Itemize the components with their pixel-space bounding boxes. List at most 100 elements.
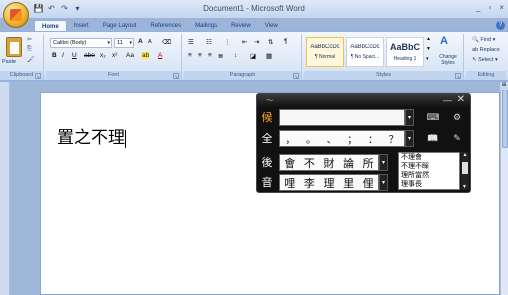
scroll-up-icon[interactable]: ▲	[463, 152, 468, 158]
office-logo-icon	[10, 9, 22, 21]
chevron-down-icon: ▾	[107, 40, 110, 46]
justify-icon[interactable]: ≣	[218, 52, 223, 60]
increase-indent-icon[interactable]: ⇥	[254, 38, 259, 46]
candidate-char[interactable]: 里	[343, 175, 354, 191]
line-spacing-icon[interactable]: ↕	[234, 52, 237, 59]
bold-button[interactable]: B	[52, 52, 57, 59]
sort-icon[interactable]: ⇅	[268, 38, 273, 46]
document-body[interactable]: 置之不理	[57, 123, 126, 148]
candidate-char[interactable]: 所	[363, 155, 374, 171]
styles-more-icon[interactable]: ▾	[426, 56, 429, 62]
minimize-button[interactable]: _	[476, 3, 480, 12]
ime-row-sound: 音 哩 李 理 里 俚 ▾	[259, 174, 399, 192]
ime-minimize-icon[interactable]: —	[443, 95, 452, 105]
candidate-char[interactable]: 理	[323, 175, 334, 191]
punct-item[interactable]: ，	[285, 131, 295, 146]
punct-item[interactable]: ：	[368, 131, 378, 146]
candidate-char[interactable]: 俚	[363, 175, 374, 191]
align-left-icon[interactable]: ≡	[188, 52, 192, 59]
punct-item[interactable]: 。	[306, 131, 316, 146]
ime-sound-label: 音	[261, 177, 273, 189]
ime-keyboard-icon[interactable]: ⌨	[425, 109, 441, 126]
punct-item[interactable]: ？	[389, 131, 399, 146]
borders-icon[interactable]: ▦	[266, 52, 272, 60]
show-marks-icon[interactable]: ¶	[284, 38, 288, 45]
font-name-value: Calibri (Body)	[53, 40, 87, 46]
grow-font-button[interactable]: A	[138, 38, 143, 45]
style-no-spacing[interactable]: AaBbCcDc ¶ No Spaci...	[346, 37, 384, 67]
ime-tools-icon[interactable]: ✎	[449, 130, 465, 147]
font-size-value: 11	[117, 40, 123, 46]
ime-input-field[interactable]	[279, 109, 405, 126]
ime-punctuation-dropdown[interactable]: ▾	[405, 130, 414, 147]
clear-format-icon[interactable]: ⌫	[162, 38, 171, 46]
style-heading-1[interactable]: AaBbC Heading 1	[386, 37, 424, 67]
candidate-char[interactable]: 論	[343, 155, 354, 171]
ime-phrase-scroll-thumb[interactable]	[462, 162, 468, 174]
shrink-font-button[interactable]: A	[148, 39, 152, 45]
bullets-icon[interactable]: ☰	[188, 38, 194, 46]
align-right-icon[interactable]: ≡	[208, 52, 212, 59]
underline-button[interactable]: U	[72, 52, 77, 59]
shading-icon[interactable]: ◪	[250, 52, 256, 60]
style-normal[interactable]: AaBbCcDc ¶ Normal	[306, 37, 344, 67]
ime-dictionary-icon[interactable]: 📖	[425, 130, 441, 147]
paragraph-launcher-icon[interactable]: ↘	[293, 73, 299, 79]
numbering-icon[interactable]: ☷	[206, 38, 212, 46]
phrase-item[interactable]: 不理不睬	[399, 162, 459, 171]
multilevel-list-icon[interactable]: ⋮	[224, 38, 231, 46]
change-styles-button[interactable]: Change Styles	[433, 54, 463, 66]
phrase-item[interactable]: 不理會	[399, 153, 459, 162]
phrase-item[interactable]: 理事長	[399, 180, 459, 189]
candidate-char[interactable]: 會	[284, 155, 295, 171]
italic-button[interactable]: I	[62, 52, 64, 59]
clipboard-launcher-icon[interactable]: ↘	[35, 73, 41, 79]
strikethrough-button[interactable]: abe	[84, 52, 95, 59]
font-size-combo[interactable]: 11 ▾	[114, 38, 134, 48]
decrease-indent-icon[interactable]: ⇤	[242, 38, 247, 46]
format-painter-icon[interactable]: 🖌	[27, 56, 35, 63]
help-icon[interactable]: ?	[496, 21, 505, 30]
maximize-button[interactable]: ▫	[488, 3, 491, 12]
ime-titlebar[interactable]: 〜 — ✕	[257, 94, 470, 107]
styles-scroll-up-icon[interactable]: ▲	[426, 36, 431, 42]
scroll-thumb[interactable]	[502, 88, 508, 148]
ime-settings-icon[interactable]: ⚙	[449, 109, 465, 126]
ime-phrase-scrollbar[interactable]: ▲ ▼	[461, 152, 469, 190]
office-button[interactable]	[3, 2, 29, 28]
replace-button[interactable]: ab Replace	[472, 47, 500, 53]
candidate-char[interactable]: 不	[304, 155, 315, 171]
ime-following-dropdown[interactable]: ▾	[379, 154, 388, 171]
punct-item[interactable]: ；	[347, 131, 357, 146]
highlight-button[interactable]: ab	[142, 52, 150, 59]
font-name-combo[interactable]: Calibri (Body) ▾	[50, 38, 112, 48]
view-ruler-icon[interactable]: ⊞	[500, 82, 508, 90]
font-launcher-icon[interactable]: ↘	[173, 73, 179, 79]
styles-scroll-down-icon[interactable]: ▼	[426, 46, 431, 52]
align-center-icon[interactable]: ≡	[198, 52, 202, 59]
ime-input-dropdown[interactable]: ▾	[405, 109, 414, 126]
find-button[interactable]: 🔍 Find ▾	[472, 37, 495, 43]
candidate-char[interactable]: 財	[323, 155, 334, 171]
superscript-button[interactable]: x²	[112, 52, 117, 59]
vertical-scrollbar[interactable]	[500, 82, 508, 295]
candidate-char[interactable]: 李	[304, 175, 315, 191]
ime-close-icon[interactable]: ✕	[457, 94, 465, 105]
copy-icon[interactable]: ⎘	[27, 46, 32, 53]
font-color-button[interactable]: A	[158, 52, 162, 59]
scroll-down-icon[interactable]: ▼	[462, 184, 467, 190]
close-button[interactable]: ×	[499, 3, 504, 12]
select-button[interactable]: ↖ Select ▾	[472, 57, 498, 63]
subscript-button[interactable]: x₂	[100, 52, 106, 59]
cut-icon[interactable]: ✂	[27, 36, 32, 43]
paste-icon[interactable]	[6, 37, 22, 57]
styles-launcher-icon[interactable]: ↘	[455, 73, 461, 79]
change-styles-icon[interactable]: A	[440, 35, 448, 47]
paste-button[interactable]: Paste	[2, 59, 16, 65]
candidate-char[interactable]: 哩	[284, 175, 295, 191]
punct-item[interactable]: 、	[327, 131, 337, 146]
ime-row-input: 候 ▾ ⌨ ⚙	[259, 109, 470, 127]
change-case-button[interactable]: Aa	[126, 52, 134, 59]
ime-sound-dropdown[interactable]: ▾	[379, 174, 388, 191]
phrase-item[interactable]: 理所當然	[399, 171, 459, 180]
